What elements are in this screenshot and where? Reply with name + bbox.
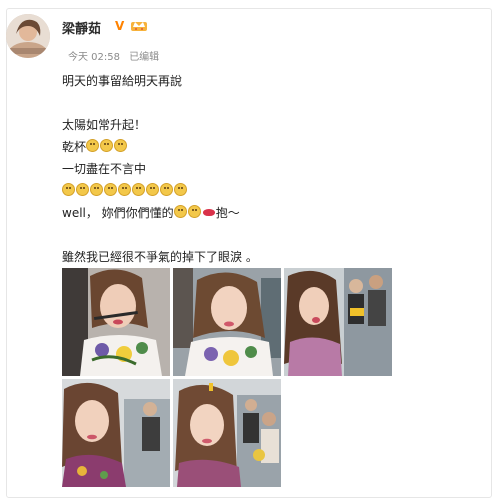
smile-emoji-icon: [173, 205, 187, 218]
post-line-7-tail: 抱～: [215, 206, 240, 220]
kiss-lips-icon: [202, 209, 215, 216]
photo-makeup[interactable]: [62, 268, 170, 376]
smile-emoji-icon: [160, 183, 173, 196]
smile-emoji-icon: [100, 139, 114, 152]
smile-emoji-icon: [90, 183, 103, 196]
post-line-4: 乾杯: [62, 136, 462, 158]
post-line-5: 一切盡在不言中: [62, 162, 147, 176]
verified-v-icon: V: [115, 19, 125, 33]
post-line-1: 明天的事留給明天再說: [62, 74, 183, 88]
photo-selfie-side[interactable]: [62, 379, 170, 487]
username[interactable]: 梁靜茹: [62, 18, 101, 37]
emoji-row: [62, 180, 462, 202]
post-header: 梁靜茹 V 今天 02:58 已编辑: [6, 14, 466, 64]
vip-crown-icon: [130, 17, 148, 31]
smile-emoji-icon: [118, 183, 131, 196]
photo-selfie-dress[interactable]: [173, 268, 281, 376]
smile-emoji-icon: [62, 183, 75, 196]
smile-emoji-icon: [174, 183, 187, 196]
edited-label[interactable]: 已编辑: [129, 52, 159, 63]
smile-emoji-icon: [114, 139, 128, 152]
smile-emoji-icon: [132, 183, 145, 196]
post-line-blank: [62, 224, 462, 246]
photo-grid: [62, 268, 392, 490]
avatar[interactable]: [6, 14, 50, 58]
smile-emoji-icon: [104, 183, 117, 196]
post-line-blank: [62, 92, 462, 114]
post-meta: 今天 02:58 已编辑: [68, 48, 165, 63]
smile-emoji-icon: [86, 139, 100, 152]
smile-emoji-icon: [146, 183, 159, 196]
post-line-9: 雖然我已經很不爭氣的掉下了眼淚 。: [62, 250, 258, 264]
post-text: 明天的事留給明天再說 太陽如常升起！ 乾杯 一切盡在不言中 well， 妳們你們…: [62, 70, 462, 268]
photo-selfie-crowd[interactable]: [173, 379, 281, 487]
photo-kiss-crowd[interactable]: [284, 268, 392, 376]
post-line-3: 太陽如常升起！: [62, 118, 147, 132]
smile-emoji-icon: [187, 205, 201, 218]
post-line-7-text: well， 妳們你們懂的: [62, 206, 174, 220]
post-line-7: well， 妳們你們懂的 抱～: [62, 202, 462, 224]
post-line-4-text: 乾杯: [62, 140, 87, 154]
post-time[interactable]: 今天 02:58: [68, 52, 120, 63]
smile-emoji-icon: [76, 183, 89, 196]
